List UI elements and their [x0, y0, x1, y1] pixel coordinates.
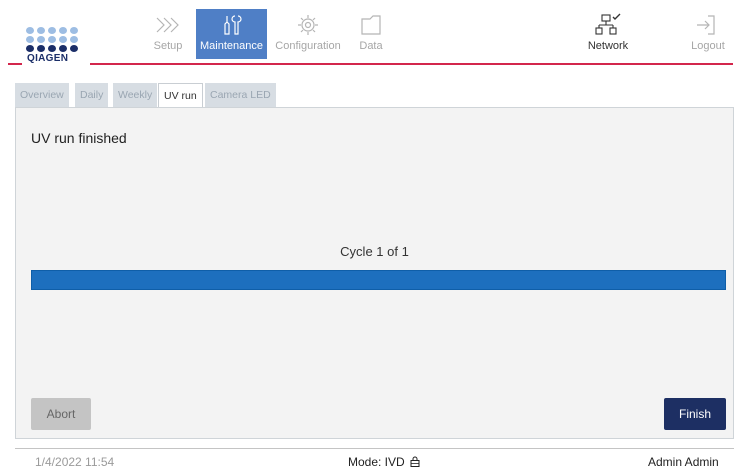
logo-dot — [59, 27, 67, 34]
nav-maintenance[interactable]: Maintenance — [196, 9, 267, 59]
finish-button[interactable]: Finish — [664, 398, 726, 430]
brand-name: QIAGEN — [27, 53, 69, 64]
setup-chevrons-icon — [156, 17, 179, 33]
logo-dot — [59, 45, 67, 52]
maintenance-tools-icon — [223, 15, 242, 35]
gear-icon — [298, 15, 318, 35]
nav-data[interactable]: Data — [351, 9, 391, 59]
logo-dot — [37, 36, 45, 43]
header-divider-left — [8, 63, 22, 65]
logo-dot — [70, 36, 78, 43]
logo-dot — [26, 27, 34, 34]
header-divider-right — [90, 63, 733, 65]
tab-daily[interactable]: Daily — [75, 83, 109, 107]
logo-dot — [26, 45, 34, 52]
nav-maintenance-label: Maintenance — [200, 40, 263, 52]
nav-logout[interactable]: Logout — [688, 9, 728, 59]
logo-dot — [26, 36, 34, 43]
nav-network-label: Network — [587, 40, 629, 52]
logo-dot — [48, 27, 56, 34]
uv-run-panel: UV run finished Cycle 1 of 1 Abort Finis… — [15, 107, 734, 439]
tab-camera-led[interactable]: Camera LED — [205, 83, 276, 107]
footer-divider — [15, 448, 734, 449]
progress-fill — [32, 271, 725, 289]
logout-icon — [697, 15, 715, 35]
logo-dot — [37, 45, 45, 52]
lock-icon — [410, 456, 420, 467]
logo-dot — [59, 36, 67, 43]
panel-title: UV run finished — [31, 130, 127, 146]
nav-setup[interactable]: Setup — [146, 9, 190, 59]
nav-data-label: Data — [359, 40, 383, 52]
logo-dot — [48, 45, 56, 52]
footer-user: Admin Admin — [648, 455, 719, 469]
nav-network[interactable]: Network — [585, 9, 631, 59]
progress-bar — [31, 270, 726, 290]
logo-dot — [48, 36, 56, 43]
folder-icon — [361, 15, 381, 35]
tab-weekly[interactable]: Weekly — [113, 83, 158, 107]
top-header: QIAGEN Setup Maintenance Configuration D… — [0, 0, 742, 66]
network-connected-icon — [595, 13, 621, 35]
nav-configuration-label: Configuration — [275, 40, 341, 52]
tab-uv-run[interactable]: UV run — [158, 83, 203, 108]
nav-configuration[interactable]: Configuration — [271, 9, 345, 59]
qiagen-logo: QIAGEN — [26, 27, 82, 64]
logo-dot — [70, 27, 78, 34]
footer-datetime: 1/4/2022 11:54 — [35, 455, 115, 469]
footer-mode: Mode: IVD — [348, 455, 420, 469]
nav-logout-label: Logout — [691, 40, 725, 52]
abort-button[interactable]: Abort — [31, 398, 91, 430]
cycle-counter: Cycle 1 of 1 — [340, 244, 409, 259]
logo-dot — [37, 27, 45, 34]
tab-overview[interactable]: Overview — [15, 83, 69, 107]
mode-label: Mode: IVD — [348, 455, 405, 469]
logo-dot — [70, 45, 78, 52]
nav-setup-label: Setup — [153, 40, 183, 52]
